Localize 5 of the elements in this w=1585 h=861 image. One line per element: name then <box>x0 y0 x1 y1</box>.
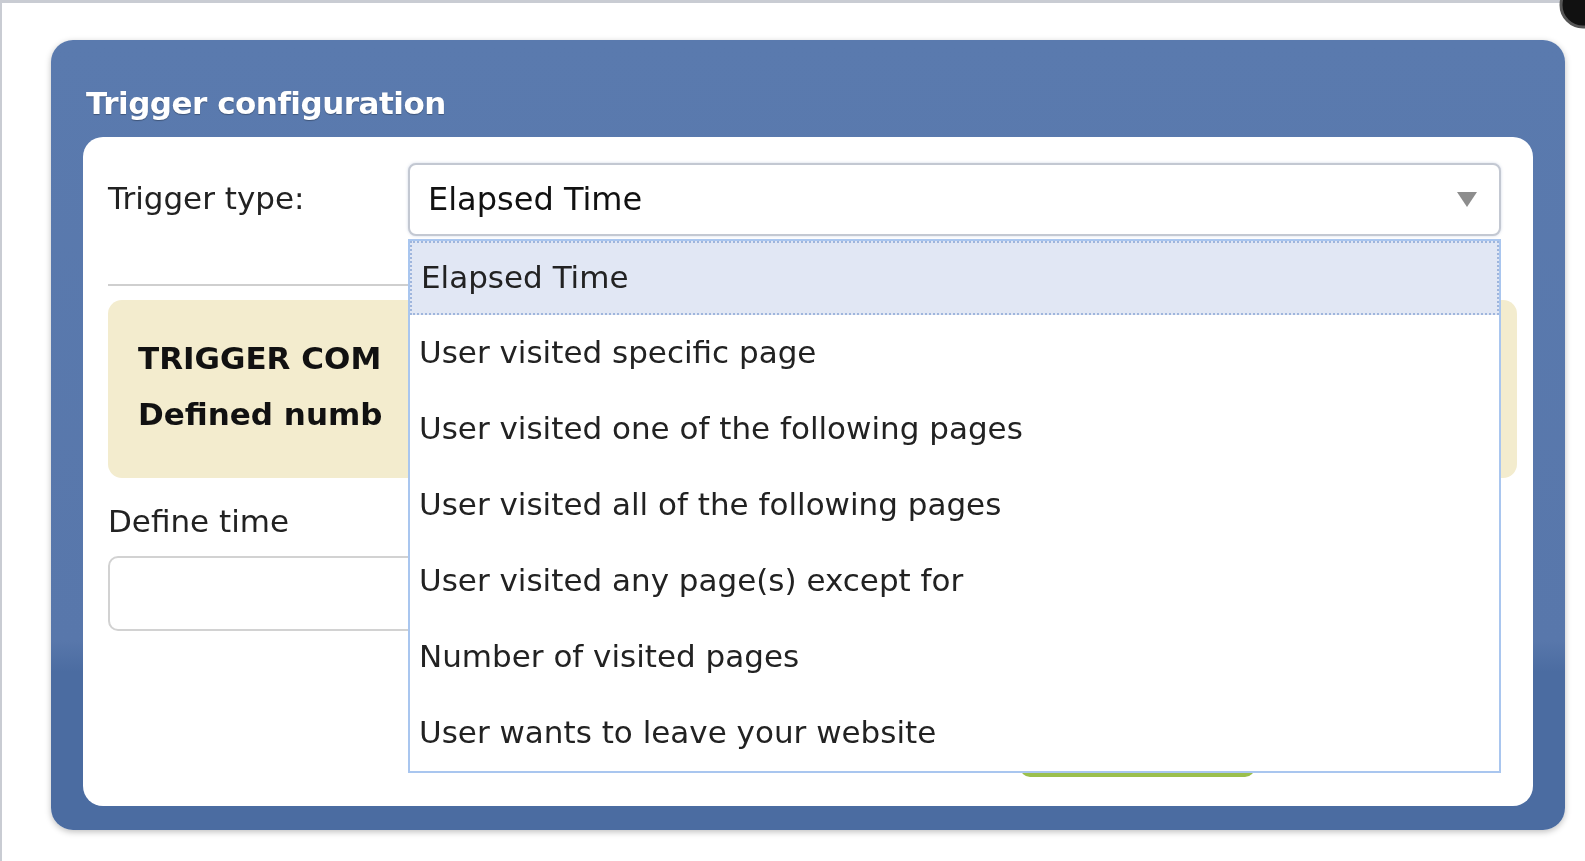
alert-text: Defined numb <box>138 394 383 434</box>
field-label: Define time <box>108 501 290 541</box>
alert-text: TRIGGER COM <box>138 338 382 378</box>
dialog-title: Trigger configuration <box>85 84 447 123</box>
field-label: Trigger type: <box>108 178 306 218</box>
